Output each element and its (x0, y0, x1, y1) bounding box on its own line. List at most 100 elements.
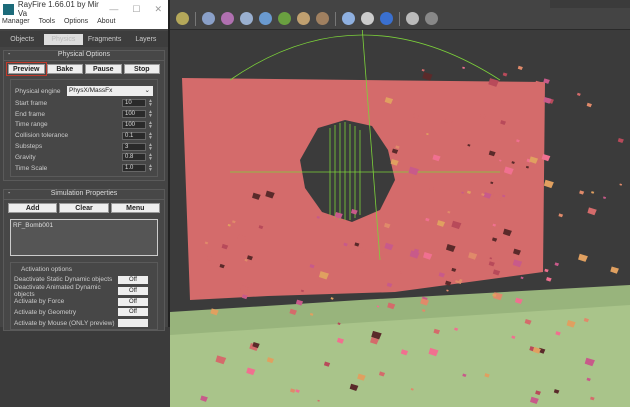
clear-button[interactable]: Clear (59, 202, 109, 213)
rollout-title: Physical Options (57, 51, 111, 58)
bake-button[interactable]: Bake (46, 64, 83, 74)
leaf-icon[interactable] (278, 12, 291, 25)
toggle-button[interactable]: Off (118, 275, 148, 284)
collapse-toggle[interactable]: - (8, 51, 10, 58)
spinner-arrows-icon[interactable]: ▲ ▼ (148, 153, 153, 162)
debris-fragment (617, 137, 624, 144)
tab-bar: Objects Physics Fragments Layers (0, 31, 168, 47)
collision-tolerance-input[interactable]: 0.1 (122, 131, 146, 140)
maximize-button[interactable]: ☐ (132, 4, 140, 15)
end-frame-label: End frame (15, 110, 45, 118)
tab-physics[interactable]: Physics (44, 33, 83, 45)
menu-about[interactable]: About (97, 18, 115, 29)
activation-row: Activate by Force Off (14, 296, 154, 307)
list-item[interactable]: RF_Bomb001 (13, 222, 155, 229)
debris-fragment (543, 179, 554, 189)
gravity-row: Gravity 0.8 ▲ ▼ (15, 152, 153, 163)
debris-fragment (422, 72, 433, 81)
spinner-arrows-icon[interactable]: ▲ ▼ (148, 120, 153, 129)
menu-manager[interactable]: Manager (2, 18, 30, 29)
menu-button[interactable]: Menu (110, 202, 160, 213)
end-frame-input[interactable]: 100 (122, 110, 146, 119)
activation-row: Deactivate Animated Dynamic objects Off (14, 283, 154, 298)
render-icon[interactable] (380, 12, 393, 25)
sphere-icon[interactable] (259, 12, 272, 25)
copy-icon[interactable] (361, 12, 374, 25)
menu-tools[interactable]: Tools (39, 18, 55, 29)
activation-label: Activate by Mouse (ONLY preview) (14, 319, 115, 327)
main-toolbar-top (170, 0, 550, 8)
collapse-toggle[interactable]: - (8, 190, 10, 197)
grid-icon[interactable] (202, 12, 215, 25)
debris-fragment (579, 190, 585, 195)
debris-fragment (462, 66, 466, 70)
stop-button[interactable]: Stop (123, 64, 160, 74)
gravity-input[interactable]: 0.8 (122, 153, 146, 162)
simulation-properties-rollout: - Simulation Properties Add Clear Menu RF… (3, 188, 165, 331)
physical-options-header[interactable]: - Physical Options (4, 51, 164, 61)
start-frame-label: Start frame (15, 99, 48, 107)
tab-objects[interactable]: Objects (3, 34, 41, 45)
toggle-button[interactable] (118, 319, 148, 328)
helper-icon[interactable] (240, 12, 253, 25)
rock-icon[interactable] (316, 12, 329, 25)
spinner-arrows-icon[interactable]: ▲ ▼ (148, 131, 153, 140)
physical-engine-label: Physical engine (15, 87, 61, 95)
menu-options[interactable]: Options (64, 18, 88, 29)
debris-fragment (558, 213, 564, 218)
substeps-row: Substeps 3 ▲ ▼ (15, 141, 153, 152)
physical-engine-select[interactable]: PhysX/MassFx ⌄ (67, 86, 153, 96)
add-button[interactable]: Add (8, 202, 58, 213)
time-scale-input[interactable]: 1.0 (122, 164, 146, 173)
toolbar-separator (399, 11, 400, 26)
end-frame-row: End frame 100 ▲ ▼ (15, 109, 153, 120)
debris-fragment (446, 289, 449, 292)
pause-button[interactable]: Pause (85, 64, 122, 74)
toolbar-separator (195, 11, 196, 26)
spinner-arrows-icon[interactable]: ▲ ▼ (148, 164, 153, 173)
help-icon[interactable] (425, 12, 438, 25)
debris-fragment (610, 266, 619, 274)
spinner-arrows-icon[interactable]: ▲ ▼ (148, 110, 153, 119)
preview-button[interactable]: Preview (6, 62, 47, 76)
activation-options-group: Activation options Deactivate Static Dyn… (10, 261, 158, 330)
debris-fragment (577, 92, 581, 96)
activation-label: Activate by Force (14, 298, 65, 306)
toggle-button[interactable]: Off (118, 308, 148, 317)
close-button[interactable]: ✕ (154, 4, 162, 15)
animal-icon[interactable] (297, 12, 310, 25)
tab-fragments[interactable]: Fragments (86, 34, 124, 45)
collision-tolerance-row: Collision tolerance 0.1 ▲ ▼ (15, 130, 153, 141)
debris-fragment (502, 72, 508, 77)
activation-label: Deactivate Static Dynamic objects (14, 276, 113, 284)
file-icon[interactable] (406, 12, 419, 25)
debris-fragment (578, 253, 588, 262)
light-icon[interactable] (176, 12, 189, 25)
debris-fragment (546, 276, 552, 282)
gravity-label: Gravity (15, 153, 36, 161)
minimize-button[interactable]: — (109, 4, 118, 15)
debris-fragment (586, 102, 592, 108)
app-logo-icon (3, 3, 14, 15)
window-title: RayFire 1.66.01 by Mir Va (17, 0, 99, 18)
toggle-button[interactable]: Off (118, 297, 148, 306)
spinner-arrows-icon[interactable]: ▲ ▼ (148, 142, 153, 151)
debris-fragment (330, 297, 334, 300)
menu-bar: Manager Tools Options About (0, 18, 168, 29)
title-bar: RayFire 1.66.01 by Mir Va — ☐ ✕ (0, 0, 168, 18)
substeps-input[interactable]: 3 (122, 142, 146, 151)
activation-row: Activate by Mouse (ONLY preview) (14, 318, 154, 329)
start-frame-input[interactable]: 10 (122, 99, 146, 108)
material-icon[interactable] (221, 12, 234, 25)
globe-icon[interactable] (342, 12, 355, 25)
time-range-input[interactable]: 100 (122, 120, 146, 129)
chevron-down-icon: ⌄ (144, 87, 150, 94)
debris-fragment (544, 268, 549, 273)
debris-fragment (619, 183, 623, 186)
toggle-button[interactable]: Off (118, 286, 148, 295)
simulation-object-list[interactable]: RF_Bomb001 (10, 218, 158, 256)
spinner-arrows-icon[interactable]: ▲ ▼ (148, 99, 153, 108)
tab-layers[interactable]: Layers (127, 34, 165, 45)
simulation-properties-header[interactable]: - Simulation Properties (4, 190, 164, 200)
activation-label: Deactivate Animated Dynamic objects (14, 283, 101, 298)
